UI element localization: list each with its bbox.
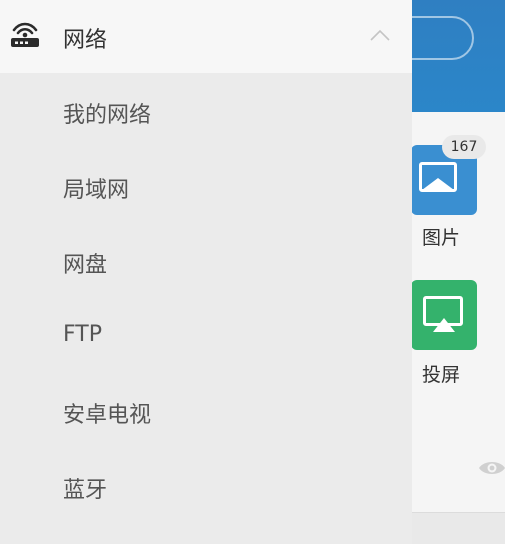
menu-item-lan[interactable]: 局域网 [0, 148, 412, 223]
menu-item-bluetooth[interactable]: 蓝牙 [0, 448, 412, 523]
pictures-count-badge: 167 [442, 135, 486, 159]
menu-item-label: 网盘 [63, 253, 108, 278]
screen-cast-tile-label: 投屏 [422, 364, 461, 386]
bottom-bar [411, 513, 505, 544]
menu-item-android-tv[interactable]: 安卓电视 [0, 373, 412, 448]
screen-cast-tile[interactable] [411, 280, 477, 350]
menu-item-label: 局域网 [63, 178, 130, 203]
eye-icon[interactable] [478, 459, 505, 477]
router-icon [11, 22, 39, 47]
pictures-tile-label: 图片 [422, 227, 461, 249]
menu-item-my-network[interactable]: 我的网络 [0, 73, 412, 148]
navigation-drawer: 网络 我的网络 局域网 网盘 FTP 安卓电视 蓝牙 [0, 0, 412, 544]
chevron-up-icon[interactable] [370, 28, 390, 42]
network-section-title: 网络 [63, 28, 108, 53]
menu-item-label: 蓝牙 [63, 478, 108, 503]
menu-item-cloud-drive[interactable]: 网盘 [0, 223, 412, 298]
menu-item-label: 安卓电视 [63, 403, 152, 428]
menu-item-label: FTP [63, 322, 102, 347]
image-icon-mountain [422, 178, 454, 190]
menu-item-label: 我的网络 [63, 103, 152, 128]
menu-item-ftp[interactable]: FTP [0, 298, 412, 373]
network-section-header[interactable]: 网络 [0, 0, 412, 73]
screen-cast-icon-arrow [433, 318, 455, 332]
